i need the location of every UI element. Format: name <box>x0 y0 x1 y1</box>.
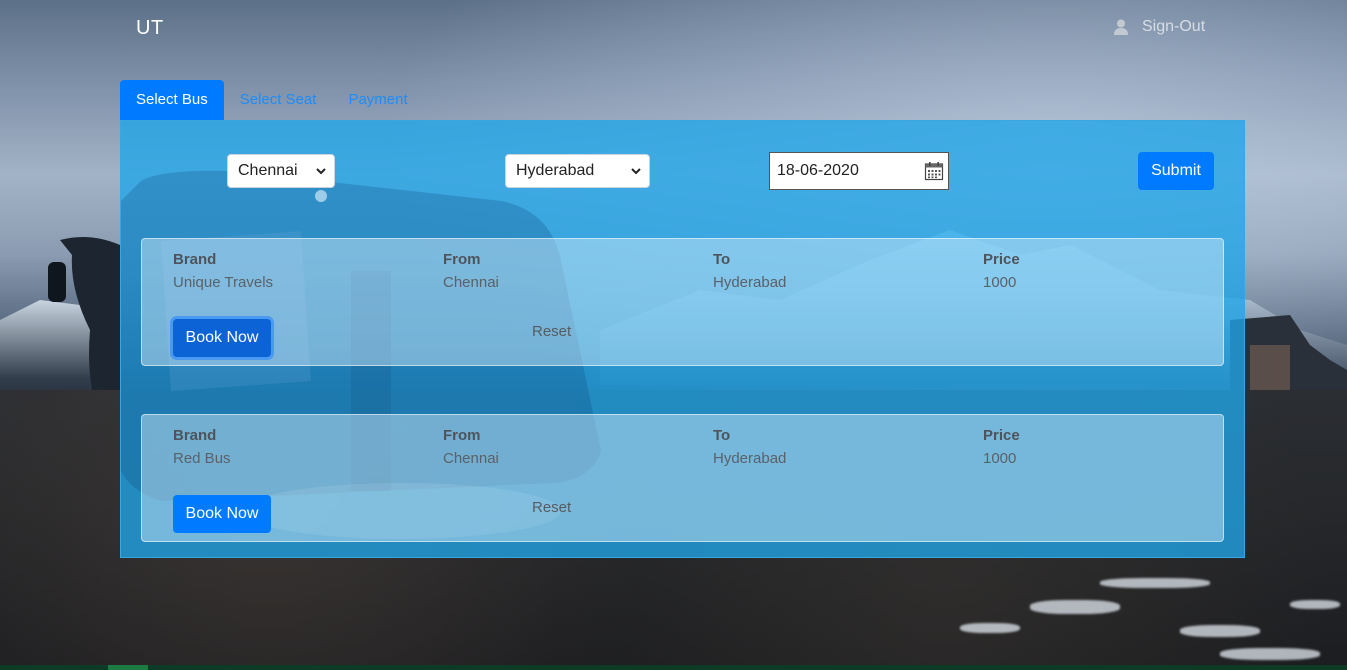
from-header: From <box>443 251 481 268</box>
to-header: To <box>713 251 731 268</box>
price-header: Price <box>983 427 1020 444</box>
signout-label: Sign-Out <box>1142 18 1206 35</box>
calendar-icon[interactable] <box>924 161 944 181</box>
from-city-select[interactable]: Chennai <box>227 154 335 188</box>
brand-header: Brand <box>173 251 217 268</box>
snow-patch <box>960 623 1020 633</box>
chevron-down-icon <box>316 168 326 175</box>
user-icon <box>1114 19 1128 35</box>
reset-button[interactable]: Reset <box>532 323 571 340</box>
to-city-value: Hyderabad <box>516 162 595 179</box>
tab-payment[interactable]: Payment <box>332 80 423 120</box>
snow-patch <box>1180 625 1260 637</box>
from-header: From <box>443 427 481 444</box>
to-column: To Hyderabad <box>713 427 786 467</box>
book-now-button[interactable]: Book Now <box>173 495 271 533</box>
to-city-select[interactable]: Hyderabad <box>505 154 650 188</box>
price-column: Price 1000 <box>983 427 1020 467</box>
book-now-button[interactable]: Book Now <box>173 319 271 357</box>
search-panel: Chennai Hyderabad 18-06-2020 Submit Bran… <box>120 120 1245 558</box>
brand-column: Brand Red Bus <box>173 427 231 467</box>
brand-header: Brand <box>173 427 217 444</box>
tab-select-seat[interactable]: Select Seat <box>224 80 333 120</box>
tab-select-bus[interactable]: Select Bus <box>120 80 224 120</box>
travel-date-input[interactable]: 18-06-2020 <box>769 152 949 190</box>
travel-date-value: 18-06-2020 <box>777 162 859 179</box>
snow-patch <box>1100 578 1210 588</box>
chevron-down-icon <box>631 168 641 175</box>
snow-patch <box>1290 600 1340 609</box>
to-value: Hyderabad <box>713 274 787 291</box>
wizard-tabs: Select Bus Select Seat Payment <box>120 80 424 120</box>
to-column: To Hyderabad <box>713 251 786 291</box>
from-city-value: Chennai <box>238 162 298 179</box>
brand-value: Red Bus <box>173 450 231 467</box>
brand-logo[interactable]: UT <box>136 17 164 40</box>
submit-button[interactable]: Submit <box>1138 152 1214 190</box>
bottom-strip-accent <box>108 665 148 670</box>
bottom-strip <box>0 665 1347 670</box>
reset-button[interactable]: Reset <box>532 499 571 516</box>
from-value: Chennai <box>443 450 499 467</box>
snow-patch <box>1030 600 1120 614</box>
to-header: To <box>713 427 731 444</box>
snow-patch <box>1220 648 1320 660</box>
price-value: 1000 <box>983 450 1017 467</box>
from-column: From Chennai <box>443 427 499 467</box>
signout-link[interactable]: Sign-Out <box>1114 18 1205 36</box>
bus-result-card: Brand Red Bus From Chennai To Hyderabad … <box>141 414 1224 542</box>
to-value: Hyderabad <box>713 450 787 467</box>
price-column: Price 1000 <box>983 251 1020 291</box>
brand-column: Brand Unique Travels <box>173 251 273 291</box>
from-column: From Chennai <box>443 251 499 291</box>
price-header: Price <box>983 251 1020 268</box>
from-value: Chennai <box>443 274 499 291</box>
bus-result-card: Brand Unique Travels From Chennai To Hyd… <box>141 238 1224 366</box>
brand-value: Unique Travels <box>173 274 274 291</box>
price-value: 1000 <box>983 274 1017 291</box>
